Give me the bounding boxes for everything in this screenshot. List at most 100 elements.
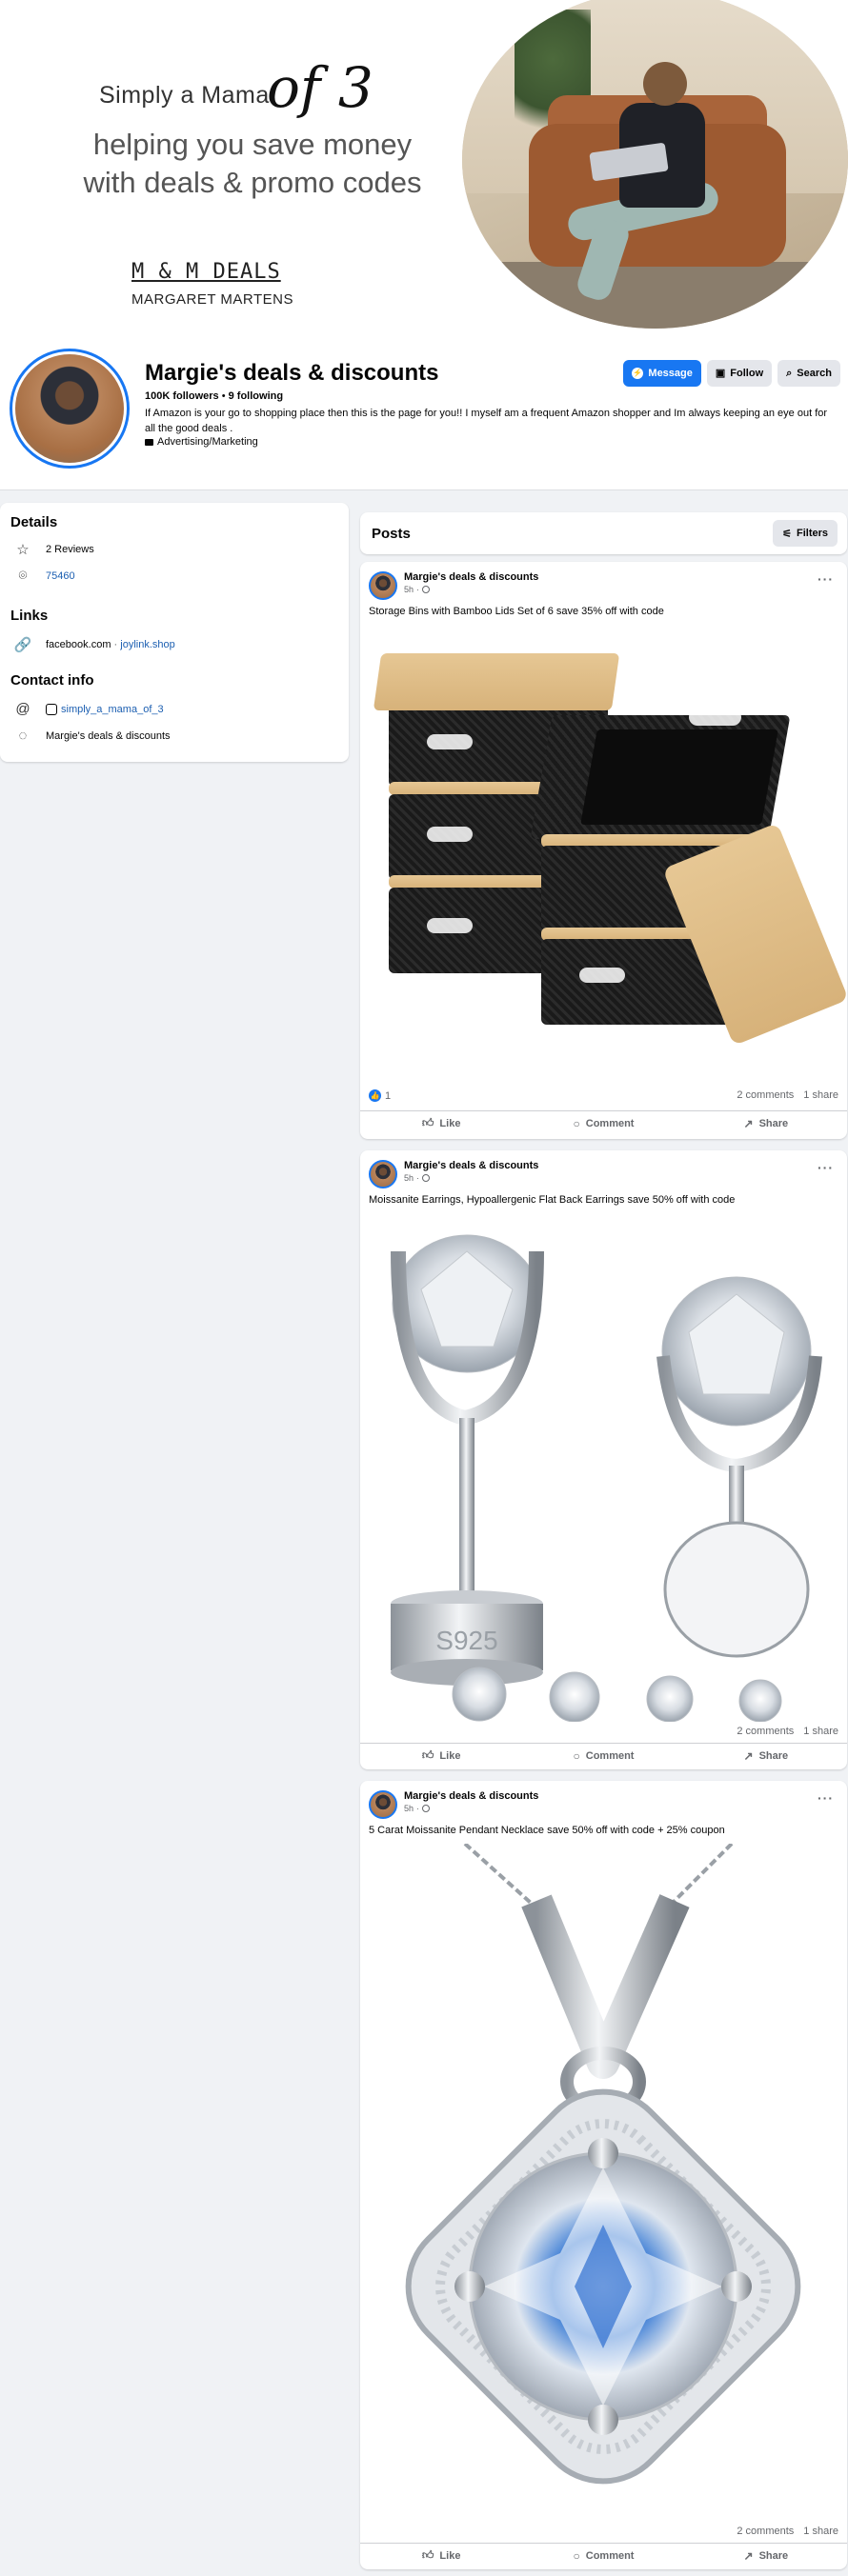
comments-count[interactable]: 2 comments xyxy=(737,1726,794,1737)
link-row[interactable]: 🔗 facebook.com · joylink.shop xyxy=(13,636,175,653)
avatar[interactable] xyxy=(369,571,397,600)
like-button[interactable]: 👍︎ Like xyxy=(360,2544,522,2567)
shares-count[interactable]: 1 share xyxy=(803,2526,838,2537)
link-icon: 🔗 xyxy=(13,637,32,653)
filters-icon: ⚟ xyxy=(782,528,792,540)
more-icon[interactable]: ··· xyxy=(818,1790,834,1806)
page-title: Margie's deals & discounts xyxy=(145,360,439,386)
cover-line2a: helping you save money xyxy=(92,128,413,161)
comment-icon: ○ xyxy=(573,2548,580,2563)
post-stats: 👍 1 2 comments 1 share xyxy=(360,1086,847,1105)
shares-count[interactable]: 1 share xyxy=(803,1089,838,1101)
follow-icon: ▣ xyxy=(715,367,726,379)
at-icon: @ xyxy=(15,701,30,717)
post-header: Margie's deals & discounts 5h · ··· 5 Ca… xyxy=(360,1781,847,1838)
star-icon: ☆ xyxy=(16,542,30,558)
avatar[interactable] xyxy=(369,1790,397,1819)
post-meta: 5h · xyxy=(404,1173,431,1183)
avatar[interactable] xyxy=(369,1160,397,1188)
post-author[interactable]: Margie's deals & discounts xyxy=(404,1160,538,1171)
location-row[interactable]: ⌾ 75460 xyxy=(13,568,74,584)
share-button[interactable]: ↗ Share xyxy=(685,1744,847,1767)
comments-count[interactable]: 2 comments xyxy=(737,2526,794,2537)
messenger-row[interactable]: ◌ Margie's deals & discounts xyxy=(13,728,171,744)
profile-actions: ⚡ Message ▣ Follow ⌕ Search xyxy=(623,360,840,387)
cover-brand-sub: MARGARET MARTENS xyxy=(131,291,293,308)
post-stats: 2 comments 1 share xyxy=(360,1722,847,1741)
cover-tagline: helping you save money with deals & prom… xyxy=(29,126,476,202)
instagram-icon xyxy=(46,703,57,715)
post-card: Margie's deals & discounts 5h · ··· Stor… xyxy=(360,562,847,1139)
comment-button[interactable]: ○ Comment xyxy=(522,1111,684,1135)
post-image[interactable] xyxy=(360,1844,847,2522)
cover-brand: M & M DEALS xyxy=(131,260,281,284)
post-text: 5 Carat Moissanite Pendant Necklace save… xyxy=(369,1825,725,1836)
post-image[interactable]: S925 xyxy=(360,1213,847,1722)
cover-photo[interactable]: Simply a Mama of 3 helping you save mone… xyxy=(0,0,848,343)
reviews-row[interactable]: ☆ 2 Reviews xyxy=(13,541,93,558)
chat-icon: ◌ xyxy=(18,728,28,744)
post-text: Moissanite Earrings, Hypoallergenic Flat… xyxy=(369,1194,736,1206)
search-icon: ⌕ xyxy=(786,367,793,379)
globe-icon xyxy=(422,1805,431,1812)
message-button[interactable]: ⚡ Message xyxy=(623,360,701,387)
pendant-illustration xyxy=(405,1844,801,2485)
more-icon[interactable]: ··· xyxy=(818,1160,834,1175)
more-icon[interactable]: ··· xyxy=(818,571,834,587)
share-button[interactable]: ↗ Share xyxy=(685,1111,847,1135)
cover-line1: Simply a Mama xyxy=(99,82,270,109)
followers-count[interactable]: 100K followers xyxy=(145,390,219,402)
profile-avatar[interactable] xyxy=(10,349,130,469)
post-author[interactable]: Margie's deals & discounts xyxy=(404,1790,538,1802)
comment-icon: ○ xyxy=(573,1748,580,1763)
intro-card: Details ☆ 2 Reviews ⌾ 75460 Links 🔗 face… xyxy=(0,503,349,762)
post-meta: 5h · xyxy=(404,1804,431,1813)
comment-button[interactable]: ○ Comment xyxy=(522,2544,684,2567)
post-actions: 👍︎ Like ○ Comment ↗ Share xyxy=(360,1743,847,1767)
post-actions: 👍︎ Like ○ Comment ↗ Share xyxy=(360,2543,847,2567)
posts-title: Posts xyxy=(372,526,411,542)
post-card: Margie's deals & discounts 5h · ··· Mois… xyxy=(360,1150,847,1769)
post-time[interactable]: 5h xyxy=(404,1804,414,1813)
post-meta: 5h · xyxy=(404,585,431,594)
post-card: Margie's deals & discounts 5h · ··· 5 Ca… xyxy=(360,1781,847,2569)
follower-counts: 100K followers • 9 following xyxy=(145,390,284,402)
filters-button[interactable]: ⚟ Filters xyxy=(773,520,838,547)
post-image[interactable] xyxy=(360,625,847,1082)
share-button[interactable]: ↗ Share xyxy=(685,2544,847,2567)
posts-header: Posts ⚟ Filters xyxy=(360,512,847,554)
page-category: Advertising/Marketing xyxy=(145,436,258,448)
like-icon: 👍︎ xyxy=(421,2548,434,2562)
category-label: Advertising/Marketing xyxy=(157,436,258,448)
follow-button[interactable]: ▣ Follow xyxy=(706,360,773,387)
post-time[interactable]: 5h xyxy=(404,585,414,594)
post-stats: 2 comments 1 share xyxy=(360,2522,847,2541)
search-button[interactable]: ⌕ Search xyxy=(777,360,840,387)
globe-icon xyxy=(422,1174,431,1182)
post-header: Margie's deals & discounts 5h · ··· Stor… xyxy=(360,562,847,619)
shares-count[interactable]: 1 share xyxy=(803,1726,838,1737)
post-text: Storage Bins with Bamboo Lids Set of 6 s… xyxy=(369,606,664,617)
share-icon: ↗ xyxy=(743,1116,754,1130)
share-icon: ↗ xyxy=(743,1748,754,1763)
following-count[interactable]: 9 following xyxy=(229,390,283,402)
like-icon: 👍︎ xyxy=(421,1116,434,1129)
cover-portrait-image xyxy=(462,0,848,329)
post-time[interactable]: 5h xyxy=(404,1173,414,1183)
post-actions: 👍︎ Like ○ Comment ↗ Share xyxy=(360,1110,847,1135)
reactions[interactable]: 👍 1 xyxy=(369,1089,391,1102)
instagram-row[interactable]: @ simply_a_mama_of_3 xyxy=(13,701,163,717)
post-author[interactable]: Margie's deals & discounts xyxy=(404,571,538,583)
details-title: Details xyxy=(10,514,58,530)
messenger-icon: ⚡ xyxy=(632,368,644,379)
page-bio: If Amazon is your go to shopping place t… xyxy=(145,408,828,434)
share-icon: ↗ xyxy=(743,2548,754,2563)
globe-icon xyxy=(422,586,431,593)
comment-button[interactable]: ○ Comment xyxy=(522,1744,684,1767)
cover-line1-big: of 3 xyxy=(267,55,374,120)
like-button[interactable]: 👍︎ Like xyxy=(360,1111,522,1135)
like-button[interactable]: 👍︎ Like xyxy=(360,1744,522,1767)
comments-count[interactable]: 2 comments xyxy=(737,1089,794,1101)
engraving-text: S925 xyxy=(435,1626,497,1655)
like-reaction-icon: 👍 xyxy=(369,1089,381,1102)
